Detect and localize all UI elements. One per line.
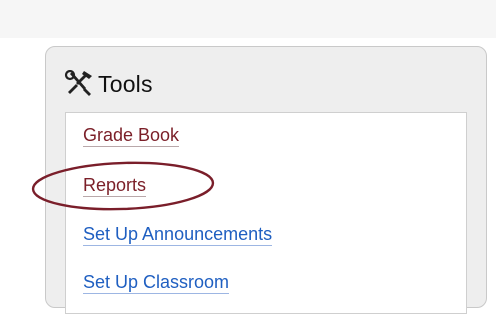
grade-book-link[interactable]: Grade Book bbox=[83, 125, 180, 147]
set-up-classroom-link[interactable]: Set Up Classroom bbox=[83, 272, 230, 294]
hammer-wrench-icon bbox=[64, 69, 94, 98]
top-strip bbox=[0, 0, 496, 38]
panel-body: Grade Book Reports Set Up Announcements … bbox=[65, 112, 467, 314]
reports-link[interactable]: Reports bbox=[83, 175, 147, 197]
panel-header: Tools bbox=[64, 69, 153, 99]
panel-title: Tools bbox=[98, 70, 153, 97]
set-up-announcements-link[interactable]: Set Up Announcements bbox=[83, 224, 273, 246]
tools-panel: Tools Grade Book Reports Set Up Announce… bbox=[45, 46, 487, 314]
